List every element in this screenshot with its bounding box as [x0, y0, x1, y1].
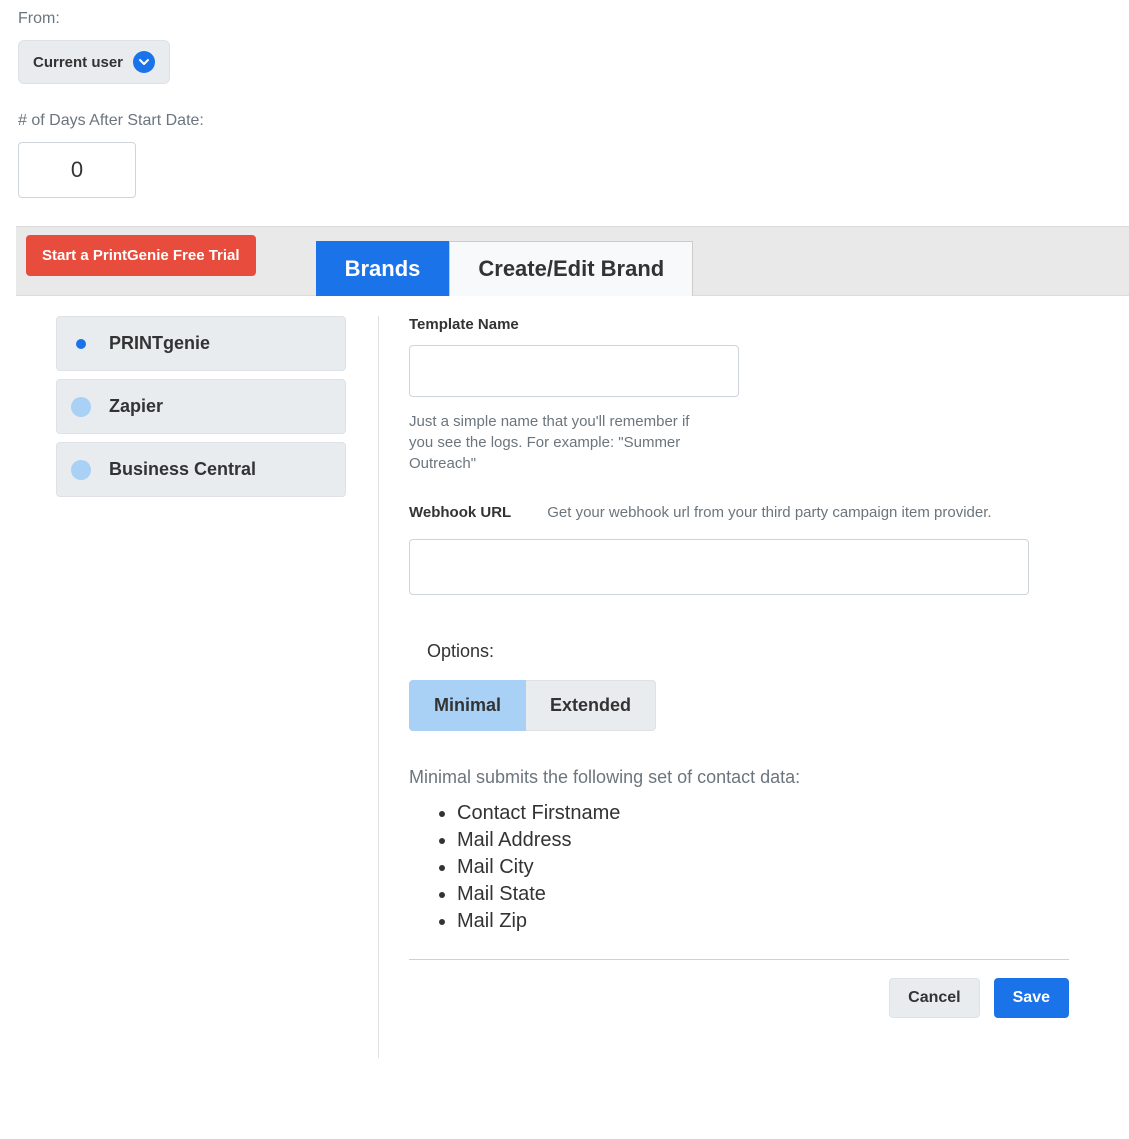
tabs: Brands Create/Edit Brand [316, 241, 694, 295]
webhook-url-label: Webhook URL [409, 504, 511, 521]
contact-field-list: Contact Firstname Mail Address Mail City… [409, 802, 1069, 933]
form-actions: Cancel Save [409, 978, 1069, 1018]
from-value: Current user [33, 54, 123, 71]
cancel-button[interactable]: Cancel [889, 978, 979, 1018]
tab-create-edit-brand[interactable]: Create/Edit Brand [449, 241, 693, 296]
list-item: Contact Firstname [457, 802, 1069, 825]
template-name-label: Template Name [409, 316, 1069, 333]
radio-selected-icon [76, 339, 86, 349]
divider [409, 959, 1069, 960]
from-dropdown[interactable]: Current user [18, 40, 170, 84]
radio-icon [71, 460, 91, 480]
brand-list: PRINTgenie Zapier Business Central [56, 316, 346, 1058]
list-item: Mail City [457, 856, 1069, 879]
brand-item-label: Business Central [109, 459, 256, 480]
from-label: From: [18, 10, 1129, 28]
brand-item-business-central[interactable]: Business Central [56, 442, 346, 497]
list-item: Mail Address [457, 829, 1069, 852]
list-item: Mail Zip [457, 910, 1069, 933]
save-button[interactable]: Save [994, 978, 1069, 1018]
option-minimal[interactable]: Minimal [409, 680, 526, 731]
days-after-input[interactable] [18, 142, 136, 198]
top-bar: Start a PrintGenie Free Trial Brands Cre… [16, 226, 1129, 296]
days-after-label: # of Days After Start Date: [18, 112, 1129, 130]
chevron-down-icon [133, 51, 155, 73]
brand-form: Template Name Just a simple name that yo… [378, 316, 1129, 1058]
option-extended[interactable]: Extended [526, 680, 656, 731]
brand-item-printgenie[interactable]: PRINTgenie [56, 316, 346, 371]
template-name-input[interactable] [409, 345, 739, 397]
option-tabs: Minimal Extended [409, 680, 656, 731]
template-name-help: Just a simple name that you'll remember … [409, 411, 699, 474]
webhook-url-input[interactable] [409, 539, 1029, 595]
radio-icon [71, 397, 91, 417]
minimal-description: Minimal submits the following set of con… [409, 767, 1069, 788]
start-trial-button[interactable]: Start a PrintGenie Free Trial [26, 235, 256, 276]
list-item: Mail State [457, 883, 1069, 906]
brand-item-label: PRINTgenie [109, 333, 210, 354]
options-label: Options: [427, 641, 1069, 662]
webhook-url-help: Get your webhook url from your third par… [547, 504, 991, 521]
brand-item-label: Zapier [109, 396, 163, 417]
tab-brands[interactable]: Brands [316, 241, 450, 296]
brand-item-zapier[interactable]: Zapier [56, 379, 346, 434]
